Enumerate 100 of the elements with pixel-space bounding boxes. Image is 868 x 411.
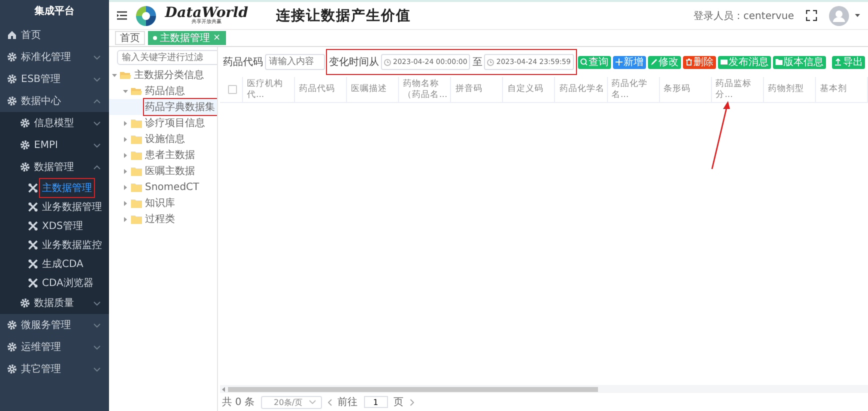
app-title: 集成平台 bbox=[34, 4, 76, 19]
page-size-select[interactable]: 20条/页 bbox=[260, 396, 322, 408]
chevron-down-icon bbox=[93, 54, 101, 60]
tree-item[interactable]: 诊疗项目信息 bbox=[109, 115, 217, 131]
page-suffix: 页 bbox=[394, 396, 404, 409]
menu-item[interactable]: XDS管理 bbox=[0, 216, 109, 235]
scrollbar-thumb[interactable] bbox=[228, 386, 598, 392]
checkbox[interactable] bbox=[228, 85, 236, 94]
gear-icon bbox=[7, 52, 17, 62]
home-icon bbox=[7, 30, 17, 40]
menu-item[interactable]: 微服务管理 bbox=[0, 314, 109, 336]
menu-item[interactable]: 业务数据管理 bbox=[0, 197, 109, 216]
column-header: 条形码 bbox=[660, 77, 712, 102]
tree-item[interactable]: 患者主数据 bbox=[109, 147, 217, 163]
folder-icon bbox=[131, 150, 142, 160]
folder-icon bbox=[774, 58, 783, 66]
menu-item[interactable]: EMPI bbox=[0, 134, 109, 156]
caret-right-icon bbox=[123, 200, 128, 206]
menu-item[interactable]: 生成CDA bbox=[0, 254, 109, 273]
folder-icon bbox=[131, 118, 142, 128]
menu-item[interactable]: 信息模型 bbox=[0, 112, 109, 134]
menu-item[interactable]: 数据管理 bbox=[0, 156, 109, 178]
tree-item[interactable]: 设施信息 bbox=[109, 131, 217, 147]
caret-down-icon bbox=[123, 88, 128, 94]
menu-item[interactable]: 首页 bbox=[0, 24, 109, 46]
column-header: 药品化学名... bbox=[608, 77, 660, 102]
user-label: 登录人员：centervue bbox=[693, 10, 794, 22]
column-header: 药物剂型 bbox=[764, 77, 816, 102]
tree-item[interactable]: 药品字典数据集 bbox=[109, 99, 217, 115]
menu-item[interactable]: 主数据管理 bbox=[0, 178, 109, 197]
open-folder-icon bbox=[131, 86, 142, 96]
caret-right-icon bbox=[123, 216, 128, 222]
envelope-icon bbox=[720, 58, 728, 66]
menu-item[interactable]: CDA浏览器 bbox=[0, 273, 109, 292]
filter-field[interactable]: 输入关键字进行过滤 bbox=[117, 50, 217, 65]
menu-item[interactable]: 数据中心 bbox=[0, 90, 109, 112]
range-separator: 至 bbox=[472, 56, 482, 69]
menu-item[interactable]: 运维管理 bbox=[0, 336, 109, 358]
caret-right-icon bbox=[123, 152, 128, 158]
page-field[interactable]: 1 bbox=[364, 396, 388, 408]
gear-icon bbox=[7, 96, 17, 106]
action-button[interactable]: 删除 bbox=[682, 56, 716, 68]
field-label: 药品代码 bbox=[223, 56, 263, 69]
caret-icon bbox=[855, 14, 860, 17]
chevron-down-icon bbox=[93, 142, 101, 148]
trash-icon bbox=[684, 58, 693, 66]
next-page-icon bbox=[410, 398, 414, 406]
tab[interactable]: 首页 bbox=[115, 31, 145, 45]
folder-icon bbox=[131, 166, 142, 176]
tools-icon bbox=[28, 220, 38, 230]
chevron-down-icon bbox=[93, 76, 101, 82]
menu-item[interactable]: ESB管理 bbox=[0, 68, 109, 90]
folder-icon bbox=[131, 198, 142, 208]
column-header: 基本剂 bbox=[816, 77, 868, 102]
scroll-left-icon bbox=[222, 386, 226, 392]
column-header: 拼音码 bbox=[451, 77, 504, 102]
chevron-up-icon bbox=[93, 164, 101, 170]
tree-item[interactable]: 医嘱主数据 bbox=[109, 163, 217, 179]
tree-item[interactable]: 过程类 bbox=[109, 211, 217, 227]
caret-right-icon bbox=[123, 120, 128, 126]
gear-icon bbox=[7, 342, 17, 352]
tree-item[interactable]: 知识库 bbox=[109, 195, 217, 211]
chevron-down-icon bbox=[308, 400, 316, 404]
fullscreen-icon bbox=[806, 10, 817, 21]
column-header: 药品监标分... bbox=[712, 77, 764, 102]
plus-icon bbox=[614, 58, 623, 66]
prev-page-icon bbox=[328, 398, 332, 406]
goto-label: 前往 bbox=[338, 396, 358, 409]
gear-icon bbox=[20, 298, 30, 308]
menu-item[interactable]: 业务数据监控 bbox=[0, 235, 109, 254]
folder-icon bbox=[131, 134, 142, 144]
column-header: 药品化学名 bbox=[555, 77, 608, 102]
tree-item[interactable]: SnomedCT bbox=[109, 179, 217, 195]
caret-down-icon bbox=[112, 72, 117, 78]
action-button[interactable]: 新增 bbox=[612, 56, 646, 68]
code-field[interactable]: 请输入内容 bbox=[265, 54, 325, 70]
tools-icon bbox=[28, 182, 38, 192]
tree-item[interactable]: 药品信息 bbox=[109, 83, 217, 99]
gear-icon bbox=[20, 118, 30, 128]
search-icon bbox=[580, 58, 588, 66]
chevron-down-icon bbox=[93, 322, 101, 328]
open-folder-icon bbox=[120, 70, 131, 80]
tools-icon bbox=[28, 202, 38, 212]
chevron-down-icon bbox=[93, 344, 101, 350]
folder-icon bbox=[131, 214, 142, 224]
clock-icon bbox=[384, 58, 391, 66]
caret-right-icon bbox=[123, 136, 128, 142]
menu-item[interactable]: 标准化管理 bbox=[0, 46, 109, 68]
folder-icon bbox=[131, 182, 142, 192]
tools-icon bbox=[28, 258, 38, 268]
menu-item[interactable]: 数据质量 bbox=[0, 292, 109, 314]
logo-icon bbox=[133, 4, 159, 28]
gear-icon bbox=[20, 140, 30, 150]
export-icon bbox=[834, 58, 842, 66]
total-count: 共 0 条 bbox=[222, 396, 255, 409]
pencil-icon bbox=[650, 58, 658, 66]
gear-icon bbox=[7, 74, 17, 84]
menu-item[interactable]: 其它管理 bbox=[0, 358, 109, 380]
caret-right-icon bbox=[123, 184, 128, 190]
tree-item[interactable]: 主数据分类信息 bbox=[109, 67, 217, 83]
